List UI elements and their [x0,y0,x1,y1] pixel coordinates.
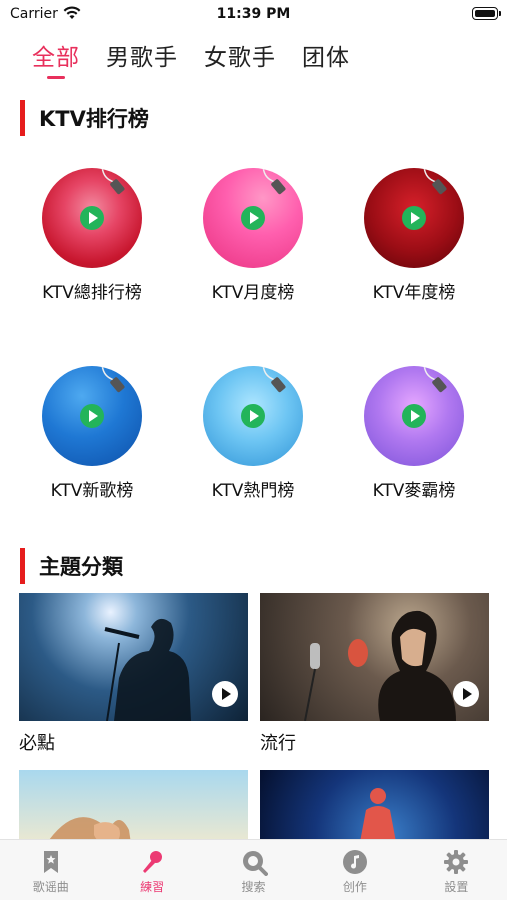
microphone-icon [101,168,125,195]
microphone-icon [423,366,447,393]
chart-label: KTV月度榜 [211,283,295,303]
chart-label: KTV總排行榜 [42,283,142,303]
bottom-tab-bar: 歌谣曲 練習 搜索 创作 設置 [0,839,507,900]
theme-label: 必點 [19,733,55,754]
theme-card-must-sing[interactable]: 必點 [19,593,248,755]
section-title: KTV排行榜 [39,107,149,131]
music-note-icon [342,850,367,874]
play-icon[interactable] [80,404,104,428]
play-icon[interactable] [453,681,479,707]
tab-label: 女歌手 [204,45,276,71]
microphone-icon [423,168,447,195]
chart-item-hot[interactable]: KTV熱門榜 [178,366,328,501]
play-icon[interactable] [402,206,426,230]
tabbar-label: 設置 [444,880,469,894]
tabbar-item-practice[interactable]: 練習 [101,840,202,900]
active-tab-indicator [47,76,65,79]
tabbar-item-songs[interactable]: 歌谣曲 [0,840,101,900]
ktv-section-header: KTV排行榜 [20,100,149,136]
chart-item-new-songs[interactable]: KTV新歌榜 [17,366,167,501]
battery-icon [472,7,501,20]
tabbar-label: 歌谣曲 [32,880,69,894]
theme-section-header: 主題分類 [20,548,123,584]
microphone-icon [262,168,286,195]
theme-image [19,593,248,721]
chart-cover [42,168,142,268]
microphone-icon [143,851,163,873]
tabbar-item-settings[interactable]: 設置 [406,840,507,900]
chart-label: KTV熱門榜 [211,481,295,501]
play-icon[interactable] [241,404,265,428]
section-accent-bar [20,100,25,136]
category-tabs: 全部 男歌手 女歌手 团体 [32,38,350,79]
microphone-icon [262,366,286,393]
chart-item-maiba[interactable]: KTV麥霸榜 [339,366,489,501]
tab-all[interactable]: 全部 [32,38,80,79]
chart-cover [42,366,142,466]
microphone-icon [101,366,125,393]
chart-label: KTV麥霸榜 [372,481,456,501]
play-icon[interactable] [241,206,265,230]
chart-cover [203,168,303,268]
tab-label: 团体 [302,45,350,71]
tab-groups[interactable]: 团体 [302,38,350,72]
tabbar-item-create[interactable]: 创作 [304,840,405,900]
play-icon[interactable] [212,681,238,707]
gear-icon [444,850,469,874]
search-icon [242,851,268,876]
section-accent-bar [20,548,25,584]
play-icon[interactable] [80,206,104,230]
chart-label: KTV新歌榜 [50,481,134,501]
theme-card-pop[interactable]: 流行 [260,593,489,755]
tab-label: 全部 [32,45,80,71]
chart-item-monthly[interactable]: KTV月度榜 [178,168,328,303]
clock: 11:39 PM [216,6,291,22]
chart-item-yearly[interactable]: KTV年度榜 [339,168,489,303]
section-title: 主題分類 [39,555,123,579]
tabbar-item-search[interactable]: 搜索 [203,840,304,900]
tabbar-label: 创作 [342,880,367,894]
chart-cover [203,366,303,466]
theme-image [260,593,489,721]
bookmark-star-icon [43,851,58,873]
chart-item-total[interactable]: KTV總排行榜 [17,168,167,303]
tabbar-label: 練習 [140,880,165,894]
chart-label: KTV年度榜 [372,283,456,303]
chart-cover [364,366,464,466]
play-icon[interactable] [402,404,426,428]
tabbar-label: 搜索 [241,880,266,894]
tab-label: 男歌手 [106,45,178,71]
theme-label: 流行 [260,733,296,754]
chart-cover [364,168,464,268]
tab-female-singers[interactable]: 女歌手 [204,38,276,72]
tab-male-singers[interactable]: 男歌手 [106,38,178,72]
status-bar: Carrier 11:39 PM [0,0,507,28]
